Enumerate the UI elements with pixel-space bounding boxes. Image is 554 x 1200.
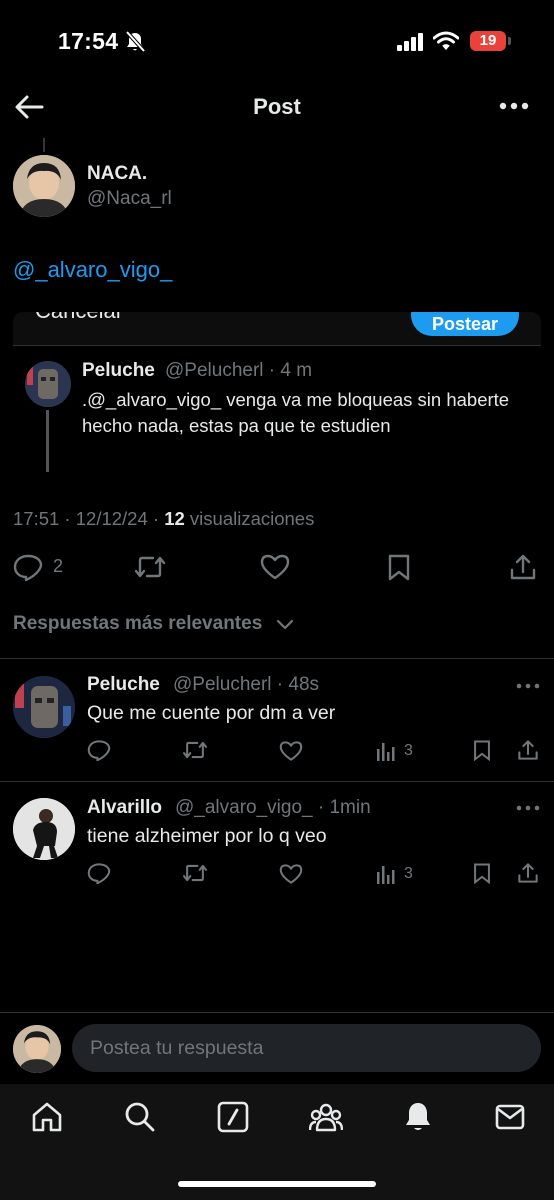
signal-icon [397,33,423,51]
grok-icon[interactable] [217,1101,249,1133]
wifi-icon [433,31,459,50]
post-timestamp: 17:51 · 12/12/24 · [13,508,165,529]
embedded-avatar [25,361,71,407]
reply-text: tiene alzheimer por lo q veo [87,825,327,847]
reply-author-meta: @_alvaro_vigo_ · 1min [175,797,371,818]
embedded-screenshot[interactable]: Cancelar Postear Peluche @Pelucherl · 4 … [13,312,541,488]
page-title: Post [253,94,301,119]
reply-author-meta: @Pelucherl · 48s [173,674,320,695]
repost-icon[interactable] [182,862,208,884]
composer-avatar [13,1025,61,1073]
messages-icon[interactable] [495,1101,525,1133]
views-icon[interactable] [376,741,398,761]
status-time: 17:54 [58,28,119,54]
views-count: 12 [164,508,185,529]
reply-input[interactable] [72,1024,541,1072]
bell-off-icon [125,31,145,53]
embedded-thread-line [46,410,49,472]
post-meta: 17:51 · 12/12/24 · 12 visualizaciones [13,508,314,530]
reply-author-name[interactable]: Peluche [87,674,160,696]
battery-indicator: 19 [470,31,506,51]
author-avatar[interactable] [13,155,75,217]
embedded-composer-strip: Cancelar Postear [13,312,541,346]
reply-avatar[interactable] [13,798,75,860]
embedded-cancel-label: Cancelar [35,312,123,324]
sort-replies-dropdown[interactable]: Respuestas más relevantes [13,613,262,635]
repost-icon[interactable] [182,739,208,761]
reply-text: Que me cuente por dm a ver [87,702,336,724]
views-count: 3 [404,865,413,882]
reply-icon[interactable] [13,553,43,581]
share-icon[interactable] [517,862,539,884]
views-icon[interactable] [376,864,398,884]
communities-icon[interactable] [309,1101,343,1133]
repost-icon[interactable] [134,553,166,581]
like-icon[interactable] [279,863,303,885]
author-handle[interactable]: @Naca_rl [87,188,172,210]
reply-more-icon[interactable] [516,804,540,812]
more-options-icon[interactable] [498,96,530,116]
notifications-icon[interactable] [403,1101,433,1133]
like-icon[interactable] [260,553,290,581]
search-icon[interactable] [124,1101,156,1133]
reply-more-icon[interactable] [516,682,540,690]
reply-avatar[interactable] [13,676,75,738]
thread-line [43,138,45,152]
views-label: visualizaciones [184,508,315,529]
bookmark-icon[interactable] [472,739,492,761]
share-icon[interactable] [509,553,537,581]
embedded-post-button: Postear [411,312,519,336]
home-indicator [178,1181,376,1187]
embedded-author-name: Peluche [82,360,155,381]
views-count: 3 [404,742,413,759]
bookmark-icon[interactable] [386,553,412,581]
battery-tip [508,37,511,45]
reply-icon[interactable] [87,739,111,761]
bookmark-icon[interactable] [472,862,492,884]
embedded-post-text: .@_alvaro_vigo_ venga va me bloqueas sin… [82,389,510,436]
author-name[interactable]: NACA. [87,163,147,185]
share-icon[interactable] [517,739,539,761]
home-icon[interactable] [31,1101,63,1133]
chevron-down-icon[interactable] [276,617,294,631]
post-mention-link[interactable]: @_alvaro_vigo_ [13,257,172,283]
reply-author-name[interactable]: Alvarillo [87,797,162,819]
reply-count: 2 [53,556,64,576]
divider [0,658,554,659]
like-icon[interactable] [279,740,303,762]
reply-icon[interactable] [87,862,111,884]
divider [0,781,554,782]
embedded-author-meta: @Pelucherl · 4 m [165,360,313,381]
